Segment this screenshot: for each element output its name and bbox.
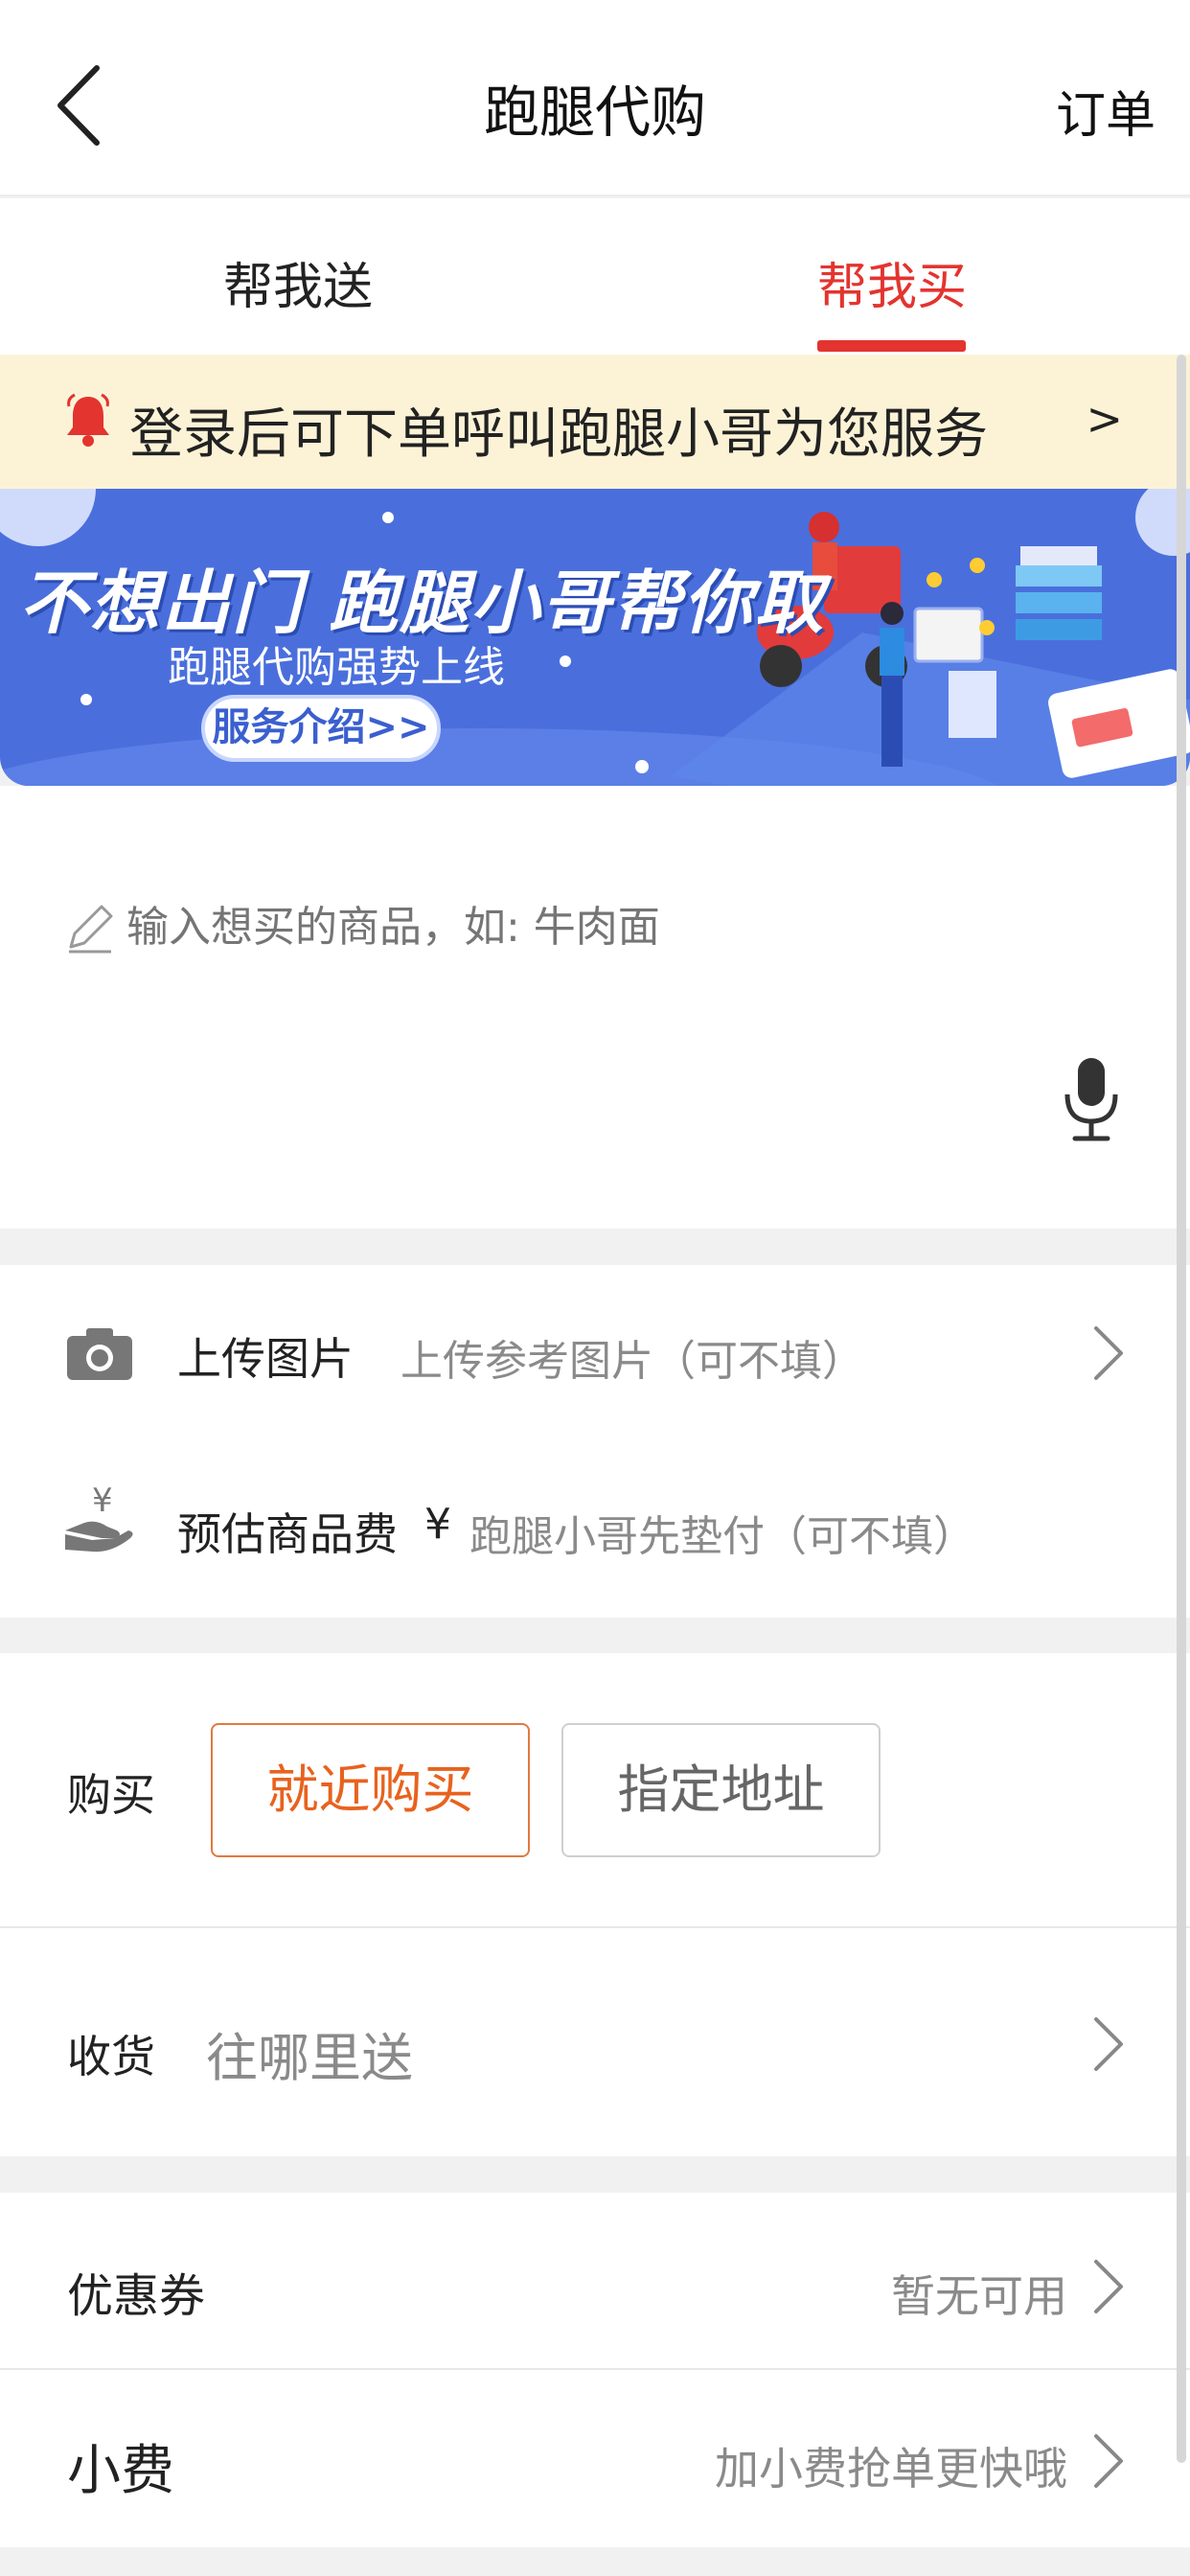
receive-label: 收货 bbox=[67, 2031, 155, 2082]
service-intro-button[interactable]: 服务介绍>> bbox=[201, 695, 441, 762]
microphone-icon[interactable] bbox=[1062, 1056, 1121, 1144]
coupon-tip-section: 优惠券 暂无可用 小费 加小费抢单更快哦 bbox=[0, 2193, 1190, 2547]
bell-icon bbox=[67, 393, 109, 447]
coupon-label: 优惠券 bbox=[67, 2269, 206, 2323]
chevron-right-icon bbox=[1094, 2260, 1123, 2313]
login-notice[interactable]: 登录后可下单呼叫跑腿小哥为您服务 > bbox=[0, 355, 1190, 489]
divider bbox=[0, 1926, 1190, 1928]
item-input-area bbox=[0, 786, 1190, 1229]
promo-banner[interactable]: 不想出门 跑腿小哥帮你取 跑腿代购强势上线 服务介绍>> bbox=[0, 489, 1190, 786]
pen-icon bbox=[69, 905, 113, 954]
scrollbar[interactable] bbox=[1177, 355, 1186, 2463]
currency-symbol: ¥ bbox=[424, 1500, 451, 1549]
estimated-fee-label: 预估商品费 bbox=[177, 1508, 398, 1560]
nav-bar: 跑腿代购 订单 bbox=[0, 0, 1190, 196]
tab-help-send[interactable]: 帮我送 bbox=[223, 246, 373, 318]
chevron-right-icon bbox=[1094, 2434, 1123, 2488]
purchase-receive-section: 购买 就近购买 指定地址 收货 往哪里送 bbox=[0, 1653, 1190, 2156]
buy-nearby-option[interactable]: 就近购买 bbox=[211, 1723, 530, 1857]
purchase-label: 购买 bbox=[67, 1769, 155, 1821]
page: 跑腿代购 订单 帮我送 帮我买 登录后可下单呼叫跑腿小哥为您服务 > 不想出门 … bbox=[0, 0, 1190, 2576]
coupon-value: 暂无可用 bbox=[891, 2270, 1067, 2322]
page-title: 跑腿代购 bbox=[483, 80, 706, 145]
tip-value: 加小费抢单更快哦 bbox=[715, 2443, 1067, 2495]
banner-subtitle: 跑腿代购强势上线 bbox=[168, 643, 505, 692]
upload-image-label: 上传图片 bbox=[177, 1333, 354, 1385]
chevron-right-icon bbox=[1094, 1326, 1123, 1380]
estimated-fee-row[interactable]: ¥ 预估商品费 ¥ 跑腿小哥先垫付（可不填） bbox=[0, 1442, 1190, 1615]
tip-label: 小费 bbox=[67, 2440, 174, 2502]
notice-text: 登录后可下单呼叫跑腿小哥为您服务 bbox=[129, 403, 988, 466]
upload-fee-section: 上传图片 上传参考图片（可不填） ¥ 预估商品费 ¥ 跑腿小哥先垫付（可不填） bbox=[0, 1265, 1190, 1618]
chevron-right-icon bbox=[1094, 2017, 1123, 2071]
camera-icon bbox=[67, 1328, 132, 1380]
notice-arrow-icon: > bbox=[1086, 393, 1123, 445]
svg-text:¥: ¥ bbox=[92, 1482, 113, 1520]
orders-link[interactable]: 订单 bbox=[1056, 75, 1156, 147]
receive-address-placeholder: 往哪里送 bbox=[206, 2028, 413, 2088]
buy-specified-address-option[interactable]: 指定地址 bbox=[561, 1723, 881, 1857]
tab-help-buy[interactable]: 帮我买 bbox=[817, 246, 967, 318]
divider bbox=[0, 2368, 1190, 2370]
upload-image-row[interactable]: 上传图片 上传参考图片（可不填） bbox=[0, 1265, 1190, 1438]
estimated-fee-placeholder: 跑腿小哥先垫付（可不填） bbox=[469, 1512, 975, 1561]
active-tab-indicator bbox=[817, 340, 966, 352]
upload-image-placeholder: 上传参考图片（可不填） bbox=[400, 1337, 864, 1386]
item-input[interactable] bbox=[126, 896, 989, 957]
tab-bar: 帮我送 帮我买 bbox=[0, 198, 1190, 355]
money-hand-icon: ¥ bbox=[65, 1482, 133, 1552]
